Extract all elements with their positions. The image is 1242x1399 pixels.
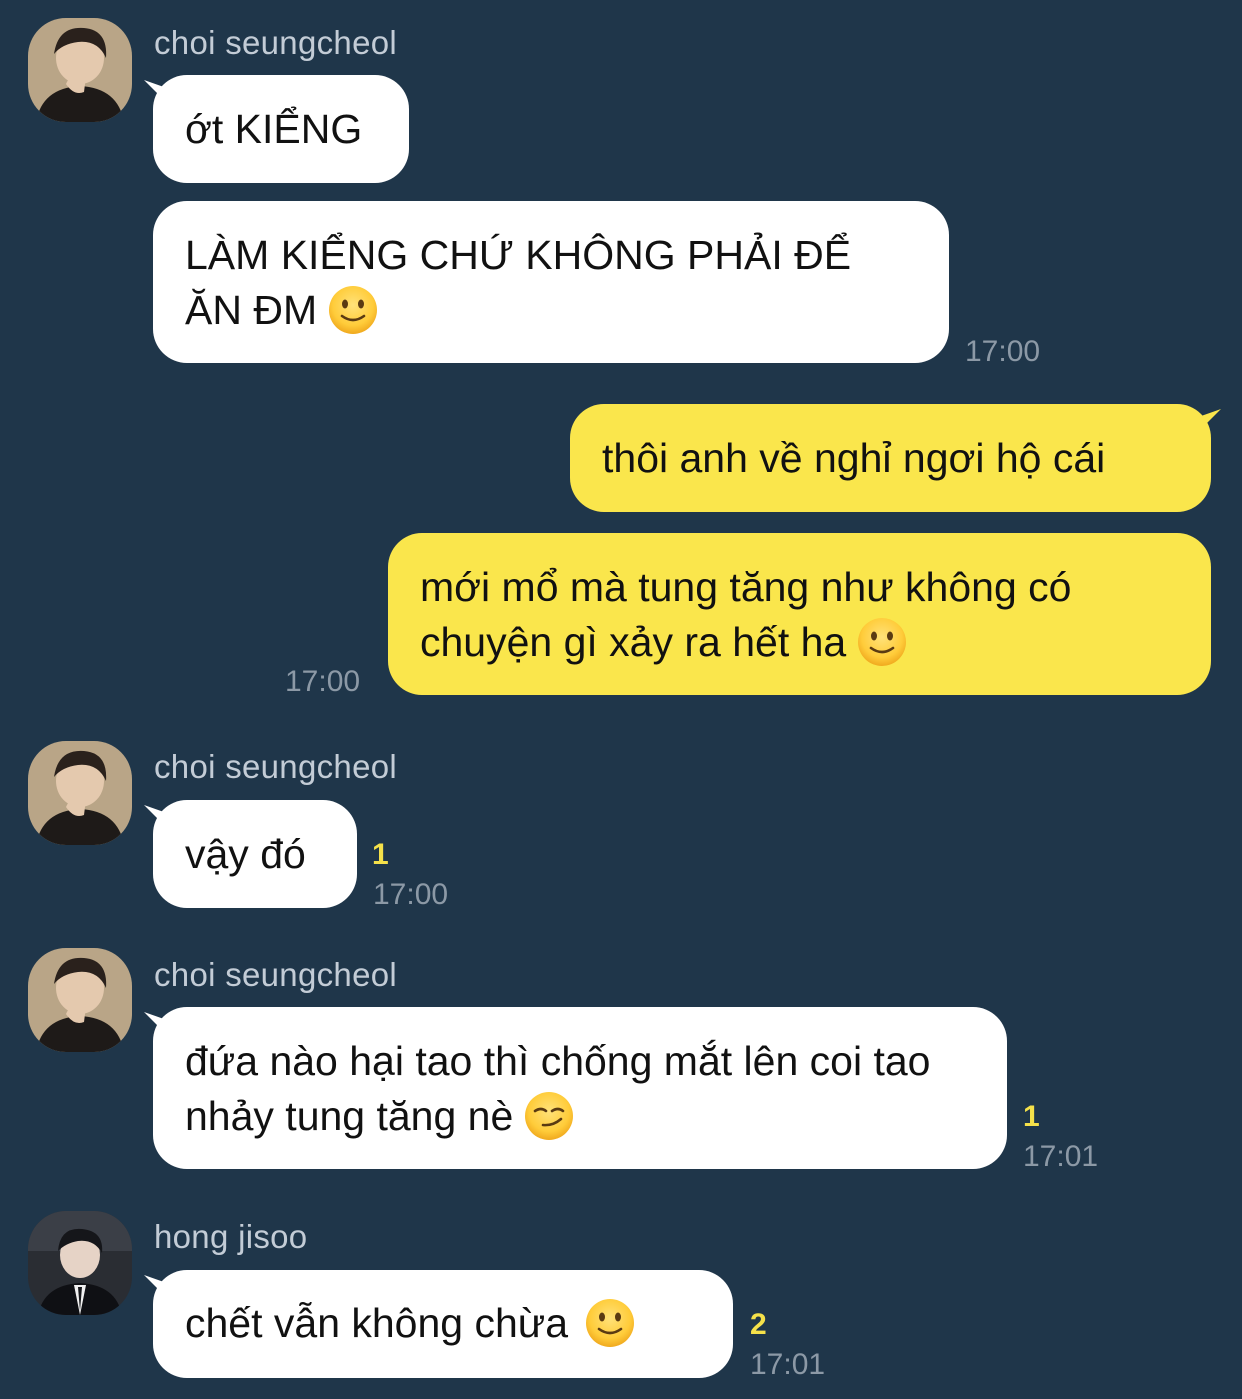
message-bubble[interactable]: chết vẫn không chừa xyxy=(153,1270,733,1378)
avatar[interactable] xyxy=(28,1211,132,1315)
slightly-smiling-face-icon xyxy=(329,286,378,335)
sender-name: choi seungcheol xyxy=(154,956,398,993)
message-bubble[interactable]: đứa nào hại tao thì chống mắt lên coi ta… xyxy=(153,1007,1007,1169)
timestamp: 17:01 xyxy=(1023,1140,1099,1173)
message-bubble[interactable]: mới mổ mà tung tăng như không có chuyện … xyxy=(388,533,1211,695)
slightly-smiling-face-icon xyxy=(858,618,907,667)
message-bubble[interactable]: thôi anh về nghỉ ngơi hộ cái xyxy=(570,404,1211,512)
message-text: vậy đó xyxy=(185,830,306,877)
unread-count: 1 xyxy=(1023,1100,1040,1133)
message-text: đứa nào hại tao thì chống mắt lên coi ta… xyxy=(185,1034,975,1145)
slightly-smiling-face-icon xyxy=(586,1299,635,1348)
sender-name: choi seungcheol xyxy=(154,748,398,785)
message-bubble[interactable]: vậy đó xyxy=(153,800,357,908)
message-text: LÀM KIỂNG CHỨ KHÔNG PHẢI ĐỂ ĂN ĐM xyxy=(185,228,909,339)
timestamp: 17:01 xyxy=(750,1348,826,1381)
unread-count: 1 xyxy=(372,838,389,871)
timestamp: 17:00 xyxy=(285,665,361,698)
message-bubble[interactable]: LÀM KIỂNG CHỨ KHÔNG PHẢI ĐỂ ĂN ĐM xyxy=(153,201,949,363)
timestamp: 17:00 xyxy=(373,878,449,911)
message-text: ớt KIỂNG xyxy=(185,105,363,152)
message-text: chết vẫn không chừa xyxy=(185,1296,636,1352)
avatar[interactable] xyxy=(28,18,132,122)
message-text: thôi anh về nghỉ ngơi hộ cái xyxy=(602,434,1106,481)
message-bubble[interactable]: ớt KIỂNG xyxy=(153,75,409,183)
unread-count: 2 xyxy=(750,1308,767,1341)
message-text: mới mổ mà tung tăng như không có chuyện … xyxy=(420,560,1179,671)
sender-name: hong jisoo xyxy=(154,1218,308,1255)
avatar[interactable] xyxy=(28,741,132,845)
avatar[interactable] xyxy=(28,948,132,1052)
smirking-face-icon xyxy=(525,1092,574,1141)
timestamp: 17:00 xyxy=(965,335,1041,368)
sender-name: choi seungcheol xyxy=(154,24,398,61)
